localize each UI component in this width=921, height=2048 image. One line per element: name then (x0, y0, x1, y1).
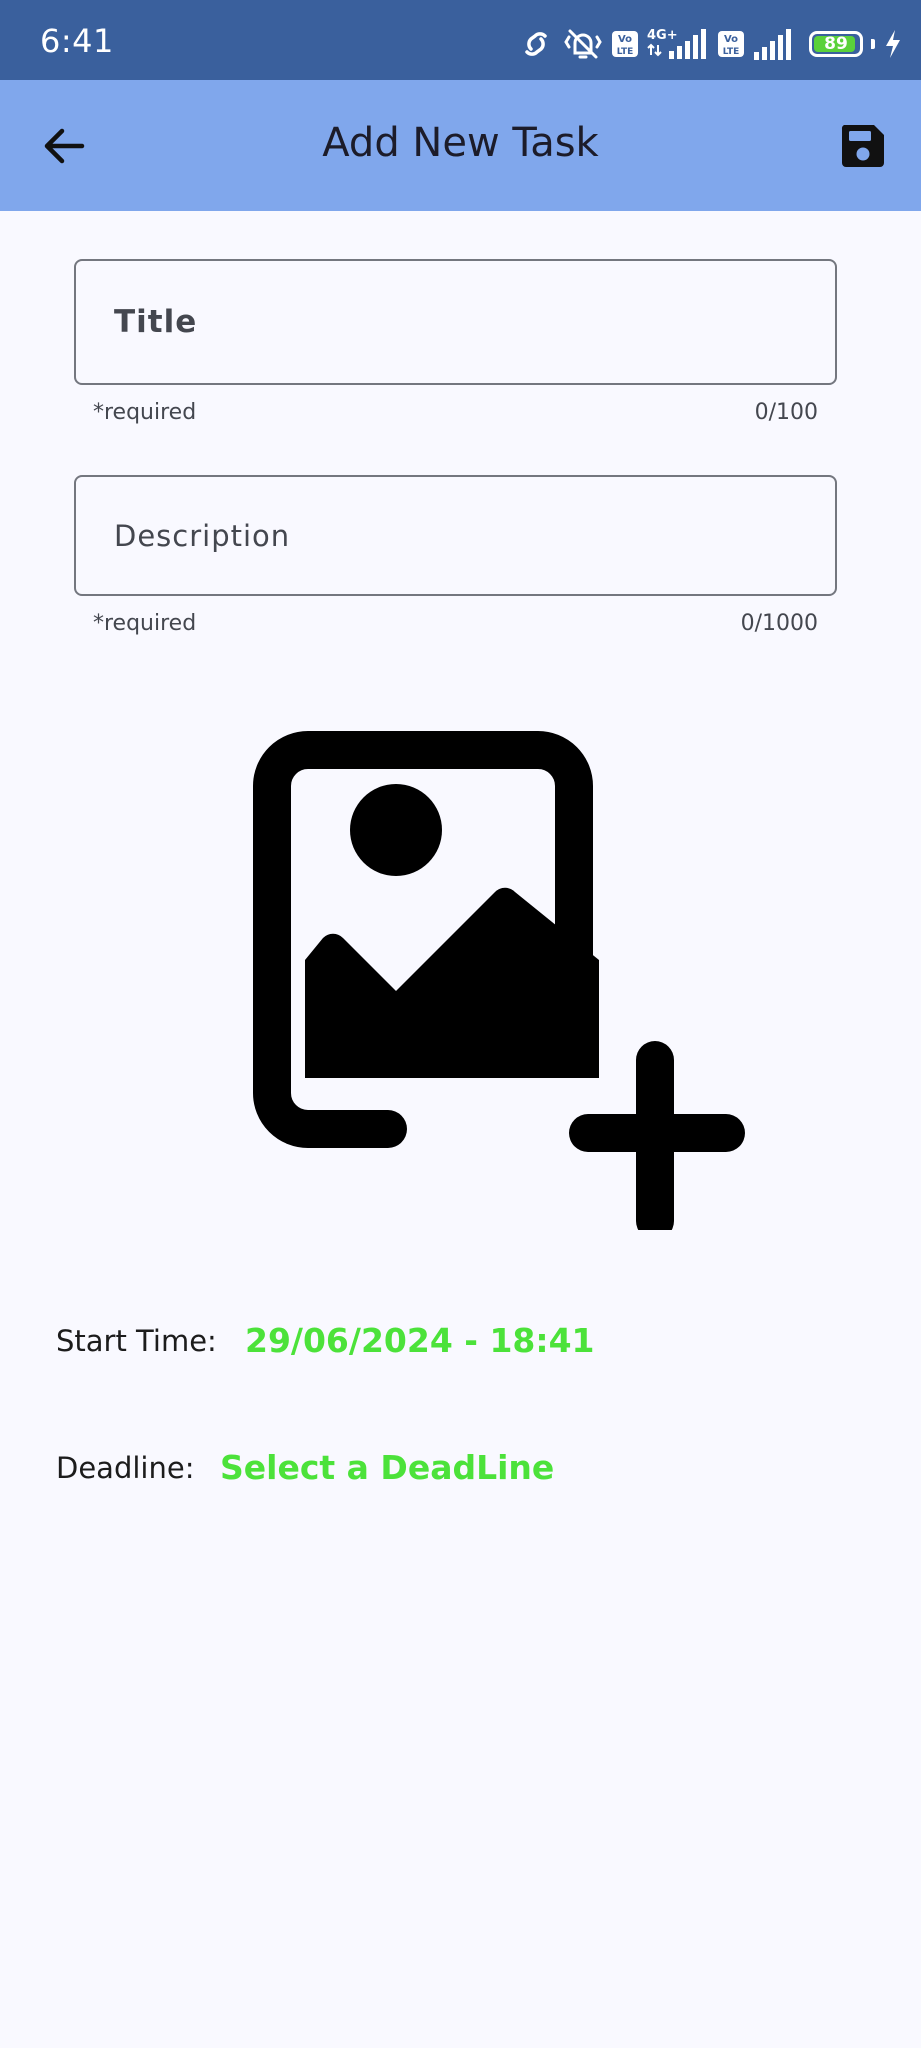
title-input[interactable] (112, 261, 796, 383)
volte-icon: Vo LTE (718, 31, 744, 57)
signal-icon (754, 29, 791, 60)
title-helper-text: *required (93, 400, 197, 425)
link-icon (525, 32, 547, 56)
volte-icon: Vo LTE (612, 31, 638, 57)
4g-signal-icon: 4G+ (647, 28, 706, 59)
description-helper-text: *required (93, 611, 197, 636)
add-task-screen: 6:41 Vo LTE 4G+ Vo LTE 89 Add New Task T… (0, 0, 921, 2048)
charging-icon (886, 30, 900, 58)
title-field[interactable] (74, 259, 837, 385)
page-title: Add New Task (322, 120, 599, 166)
deadline-label: Deadline: (56, 1451, 195, 1485)
vibrate-icon (564, 29, 602, 59)
description-field[interactable] (74, 475, 837, 596)
battery-icon: 89 (809, 31, 863, 57)
add-photo-icon (253, 731, 745, 1240)
status-icons: Vo LTE 4G+ Vo LTE 89 (517, 24, 903, 64)
svg-text:LTE: LTE (723, 47, 740, 57)
svg-text:Vo: Vo (618, 34, 632, 45)
deadline-select-button[interactable]: Select a DeadLine (220, 1448, 554, 1487)
image-picker-button[interactable] (226, 704, 748, 1240)
svg-text:Vo: Vo (724, 34, 738, 45)
save-icon (841, 125, 884, 167)
battery-level: 89 (824, 34, 848, 54)
title-char-counter: 0/100 (754, 400, 818, 425)
svg-text:4G+: 4G+ (647, 28, 678, 43)
save-button[interactable] (835, 118, 891, 174)
start-time-value[interactable]: 29/06/2024 - 18:41 (245, 1321, 595, 1360)
battery-tip (871, 39, 875, 49)
start-time-label: Start Time: (56, 1324, 217, 1358)
app-bar: Add New Task (0, 80, 921, 211)
status-bar: 6:41 Vo LTE 4G+ Vo LTE 89 (0, 0, 921, 80)
description-input[interactable] (112, 477, 796, 594)
description-char-counter: 0/1000 (740, 611, 818, 636)
svg-text:LTE: LTE (617, 47, 634, 57)
status-time: 6:41 (40, 22, 114, 60)
